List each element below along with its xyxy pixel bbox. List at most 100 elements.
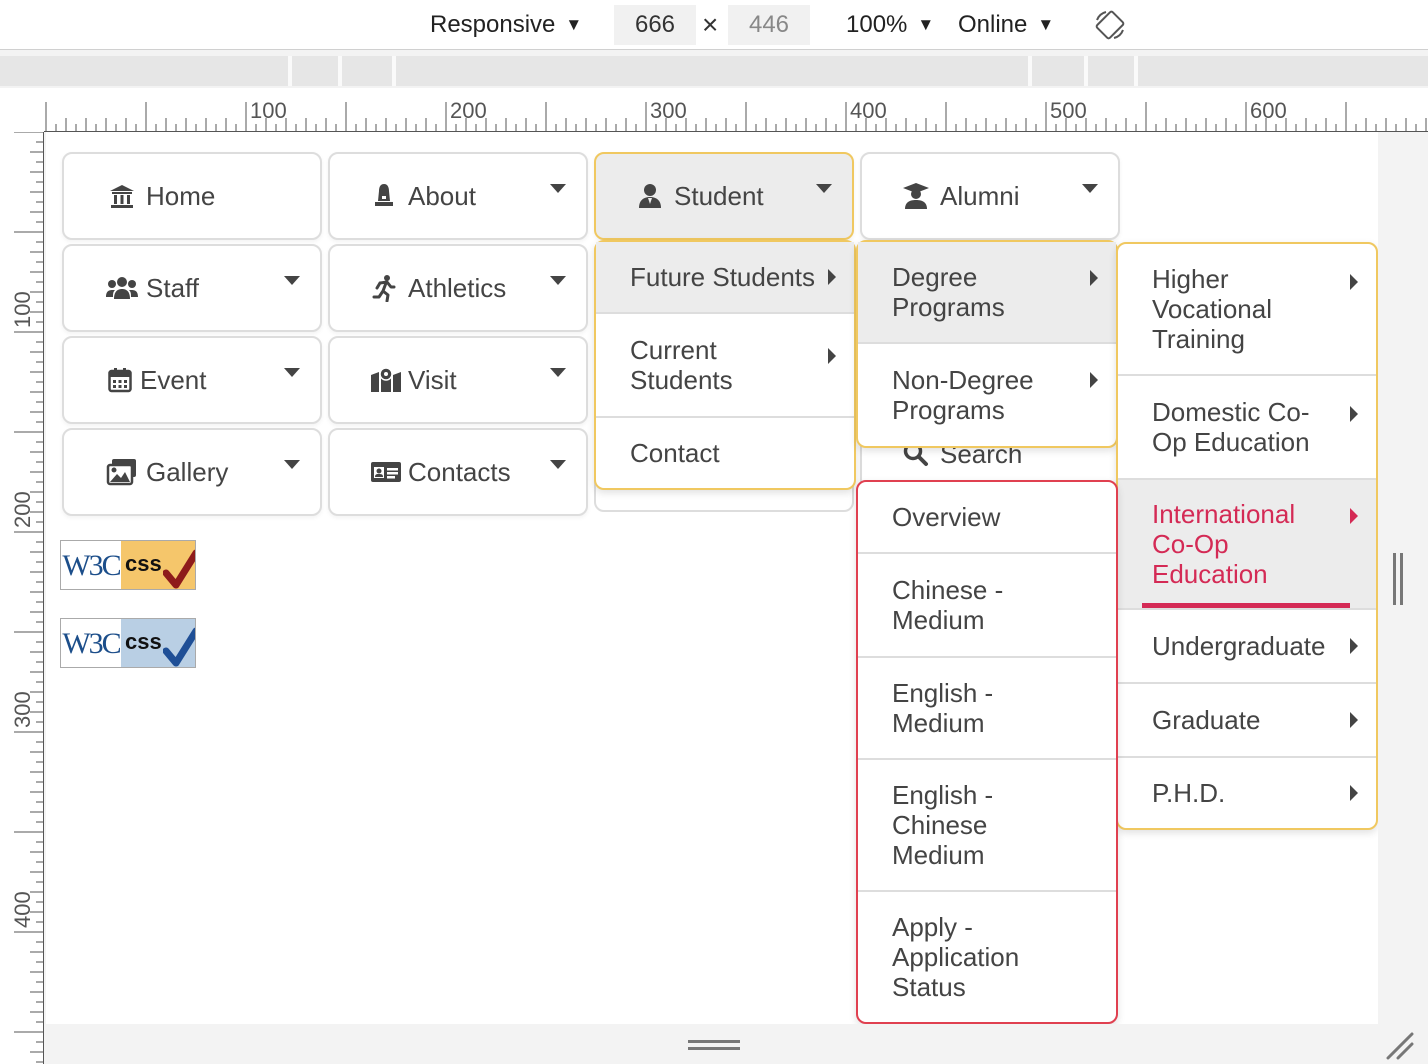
calendar-icon <box>106 366 134 394</box>
w3c-css-badge-blue[interactable]: W3C css <box>60 618 196 668</box>
users-icon <box>106 274 138 302</box>
caret-down-icon <box>284 460 300 469</box>
menu-button-about[interactable]: About <box>328 152 588 240</box>
submenu-item-chinese-medium[interactable]: Chinese - Medium <box>858 554 1116 658</box>
menu-button-athletics[interactable]: Athletics <box>328 244 588 332</box>
caret-down-icon <box>284 368 300 377</box>
ruler-corner <box>0 88 44 132</box>
submenu-item-label: Domestic Co-Op Education <box>1152 397 1310 457</box>
media-query-bar[interactable] <box>0 56 1428 86</box>
rotate-icon[interactable] <box>1094 10 1126 40</box>
zoom-select-label: 100% <box>846 11 908 38</box>
zoom-select[interactable]: 100% ▼ <box>846 0 934 50</box>
submenu-item-english-chinese-medium[interactable]: English - Chinese Medium <box>858 760 1116 892</box>
mq-divider <box>288 56 292 86</box>
submenu-item-domestic-coop[interactable]: Domestic Co-Op Education <box>1118 376 1376 480</box>
menu-button-label: Home <box>146 180 216 211</box>
caret-down-icon <box>550 460 566 469</box>
menu-button-event[interactable]: Event <box>62 336 322 424</box>
caret-right-icon <box>1350 274 1358 290</box>
resize-handle-bottom[interactable] <box>688 1038 740 1052</box>
submenu-item-graduate[interactable]: Graduate <box>1118 684 1376 758</box>
network-select[interactable]: Online ▼ <box>958 0 1054 50</box>
submenu-item-degree-programs[interactable]: Degree Programs <box>858 242 1116 344</box>
caret-right-icon <box>1090 372 1098 388</box>
caret-down-icon <box>1082 184 1098 193</box>
menu-button-visit[interactable]: Visit <box>328 336 588 424</box>
submenu-item-label: Overview <box>892 502 1001 532</box>
caret-right-icon <box>1350 712 1358 728</box>
caret-right-icon <box>1090 270 1098 286</box>
menu-button-contacts[interactable]: Contacts <box>328 428 588 516</box>
check-icon <box>163 627 195 667</box>
submenu-item-overview[interactable]: Overview <box>858 482 1116 554</box>
caret-right-icon <box>1350 406 1358 422</box>
caret-down-icon <box>550 276 566 285</box>
menu-button-alumni[interactable]: Alumni <box>860 152 1120 240</box>
caret-down-icon: ▼ <box>1037 15 1055 34</box>
resize-handle-corner[interactable] <box>1384 1030 1414 1060</box>
submenu-item-label: International Co-Op Education <box>1152 499 1296 589</box>
student-submenu: Future Students Current Students Contact <box>594 240 856 490</box>
check-icon <box>163 549 195 589</box>
map-icon <box>370 366 402 394</box>
resize-handle-right[interactable] <box>1392 553 1404 605</box>
submenu-item-undergraduate[interactable]: Undergraduate <box>1118 610 1376 684</box>
menu-button-student[interactable]: Student <box>594 152 854 240</box>
submenu-item-label: Graduate <box>1152 705 1261 735</box>
caret-down-icon <box>550 184 566 193</box>
device-toolbar: Responsive ▼ 666 × 446 100% ▼ Online ▼ <box>0 0 1428 50</box>
ruler-label: 400 <box>10 891 35 928</box>
mq-divider <box>1084 56 1088 86</box>
mq-divider <box>1134 56 1138 86</box>
submenu-item-label: Undergraduate <box>1152 631 1326 661</box>
menu-button-label: Visit <box>408 364 457 395</box>
submenu-item-label: Degree Programs <box>892 262 1005 322</box>
submenu-item-non-degree-programs[interactable]: Non-Degree Programs <box>858 344 1116 446</box>
width-input[interactable]: 666 <box>614 5 696 45</box>
international-coop-submenu: Overview Chinese - Medium English - Medi… <box>856 480 1118 1024</box>
badge-panel: css <box>121 619 195 667</box>
submenu-item-label: English - Medium <box>892 678 994 738</box>
caret-down-icon: ▼ <box>565 15 583 34</box>
w3c-css-badge[interactable]: W3C css <box>60 540 196 590</box>
badge-panel: css <box>121 541 195 589</box>
submenu-item-label: Non-Degree Programs <box>892 365 1034 425</box>
institution-icon <box>108 182 136 210</box>
submenu-item-label: English - Chinese Medium <box>892 780 994 870</box>
w3c-logo: W3C <box>61 541 122 589</box>
submenu-item-international-coop[interactable]: International Co-Op Education <box>1118 480 1376 610</box>
menu-button-label: Contacts <box>408 456 511 487</box>
submenu-item-apply-status[interactable]: Apply - Application Status <box>858 892 1116 1022</box>
menu-button-label: About <box>408 180 476 211</box>
caret-down-icon <box>284 276 300 285</box>
future-students-submenu: Degree Programs Non-Degree Programs <box>856 240 1118 448</box>
submenu-item-current-students[interactable]: Current Students <box>596 314 854 418</box>
bell-icon <box>370 182 398 210</box>
submenu-item-contact[interactable]: Contact <box>596 418 854 488</box>
menu-button-home[interactable]: Home <box>62 152 322 240</box>
caret-down-icon <box>550 368 566 377</box>
ruler-label: 400 <box>850 98 887 123</box>
submenu-item-future-students[interactable]: Future Students <box>596 242 854 314</box>
mq-divider <box>392 56 396 86</box>
caret-right-icon <box>828 269 836 285</box>
device-select-label: Responsive <box>430 11 556 38</box>
submenu-item-higher-vocational[interactable]: Higher Vocational Training <box>1118 244 1376 376</box>
menu-button-staff[interactable]: Staff <box>62 244 322 332</box>
running-icon <box>370 274 398 302</box>
ruler-label: 200 <box>10 491 35 528</box>
ruler-label: 500 <box>1050 98 1087 123</box>
submenu-item-label: P.H.D. <box>1152 778 1226 808</box>
menu-button-gallery[interactable]: Gallery <box>62 428 322 516</box>
ruler-label: 300 <box>650 98 687 123</box>
submenu-item-phd[interactable]: P.H.D. <box>1118 758 1376 828</box>
ruler-label: 600 <box>1250 98 1287 123</box>
height-input[interactable]: 446 <box>728 5 810 45</box>
network-select-label: Online <box>958 11 1028 38</box>
submenu-item-english-medium[interactable]: English - Medium <box>858 658 1116 760</box>
ruler-left: 100 200 300 400 <box>0 132 44 1064</box>
mq-divider <box>338 56 342 86</box>
css-label: css <box>125 629 162 654</box>
device-select[interactable]: Responsive ▼ <box>430 0 582 50</box>
